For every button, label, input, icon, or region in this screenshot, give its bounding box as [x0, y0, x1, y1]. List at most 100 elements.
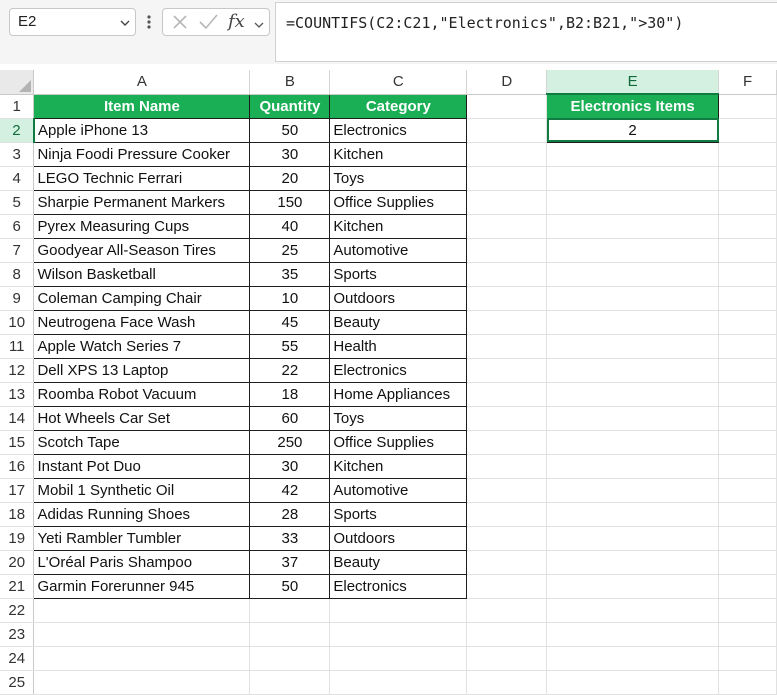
- row-header-1[interactable]: 1: [0, 94, 35, 119]
- row-header-23[interactable]: 23: [0, 622, 35, 647]
- empty-cell[interactable]: [249, 646, 331, 671]
- cell-item-name[interactable]: Pyrex Measuring Cups: [33, 213, 251, 239]
- name-box[interactable]: E2: [9, 8, 136, 36]
- cell-quantity[interactable]: 30: [249, 141, 331, 167]
- empty-cell[interactable]: [546, 574, 720, 599]
- empty-cell[interactable]: [33, 598, 251, 623]
- empty-cell[interactable]: [466, 214, 548, 239]
- empty-cell[interactable]: [718, 550, 777, 575]
- cell-item-name[interactable]: Mobil 1 Synthetic Oil: [33, 477, 251, 503]
- result-header[interactable]: Electronics Items: [546, 93, 720, 119]
- cell-item-name[interactable]: Goodyear All-Season Tires: [33, 237, 251, 263]
- cell-quantity[interactable]: 28: [249, 501, 331, 527]
- cell-category[interactable]: Beauty: [329, 549, 468, 575]
- empty-cell[interactable]: [466, 550, 548, 575]
- empty-cell[interactable]: [546, 214, 720, 239]
- cell-category[interactable]: Sports: [329, 501, 468, 527]
- empty-cell[interactable]: [466, 358, 548, 383]
- empty-cell[interactable]: [249, 598, 331, 623]
- empty-cell[interactable]: [466, 310, 548, 335]
- cell-quantity[interactable]: 45: [249, 309, 331, 335]
- header-quantity[interactable]: Quantity: [249, 93, 331, 119]
- empty-cell[interactable]: [466, 94, 548, 119]
- empty-cell[interactable]: [546, 262, 720, 287]
- chevron-down-icon[interactable]: [254, 17, 264, 35]
- cell-quantity[interactable]: 50: [249, 117, 331, 143]
- cell-quantity[interactable]: 250: [249, 429, 331, 455]
- empty-cell[interactable]: [466, 670, 548, 695]
- cell-quantity[interactable]: 60: [249, 405, 331, 431]
- cell-item-name[interactable]: Apple iPhone 13: [33, 117, 251, 143]
- empty-cell[interactable]: [466, 502, 548, 527]
- row-header-11[interactable]: 11: [0, 334, 35, 359]
- empty-cell[interactable]: [718, 430, 777, 455]
- cell-category[interactable]: Outdoors: [329, 285, 468, 311]
- result-value-cell[interactable]: 2: [546, 117, 720, 143]
- row-header-16[interactable]: 16: [0, 454, 35, 479]
- empty-cell[interactable]: [466, 622, 548, 647]
- cell-category[interactable]: Electronics: [329, 357, 468, 383]
- row-header-10[interactable]: 10: [0, 310, 35, 335]
- row-header-18[interactable]: 18: [0, 502, 35, 527]
- cell-item-name[interactable]: Yeti Rambler Tumbler: [33, 525, 251, 551]
- cell-item-name[interactable]: Sharpie Permanent Markers: [33, 189, 251, 215]
- empty-cell[interactable]: [718, 622, 777, 647]
- cell-category[interactable]: Toys: [329, 405, 468, 431]
- empty-cell[interactable]: [546, 334, 720, 359]
- cell-category[interactable]: Outdoors: [329, 525, 468, 551]
- empty-cell[interactable]: [718, 94, 777, 119]
- empty-cell[interactable]: [718, 406, 777, 431]
- cell-item-name[interactable]: Apple Watch Series 7: [33, 333, 251, 359]
- empty-cell[interactable]: [466, 142, 548, 167]
- row-header-6[interactable]: 6: [0, 214, 35, 239]
- empty-cell[interactable]: [546, 670, 720, 695]
- empty-cell[interactable]: [33, 670, 251, 695]
- check-icon[interactable]: [197, 12, 219, 37]
- empty-cell[interactable]: [466, 526, 548, 551]
- empty-cell[interactable]: [546, 478, 720, 503]
- empty-cell[interactable]: [329, 646, 468, 671]
- fx-icon[interactable]: fx: [226, 10, 252, 39]
- empty-cell[interactable]: [546, 454, 720, 479]
- empty-cell[interactable]: [718, 238, 777, 263]
- row-header-22[interactable]: 22: [0, 598, 35, 623]
- cell-quantity[interactable]: 150: [249, 189, 331, 215]
- empty-cell[interactable]: [718, 598, 777, 623]
- cell-item-name[interactable]: Neutrogena Face Wash: [33, 309, 251, 335]
- empty-cell[interactable]: [249, 670, 331, 695]
- empty-cell[interactable]: [546, 382, 720, 407]
- cell-quantity[interactable]: 50: [249, 573, 331, 599]
- cell-item-name[interactable]: Roomba Robot Vacuum: [33, 381, 251, 407]
- column-header-d[interactable]: D: [466, 70, 548, 95]
- row-header-4[interactable]: 4: [0, 166, 35, 191]
- empty-cell[interactable]: [718, 670, 777, 695]
- empty-cell[interactable]: [718, 454, 777, 479]
- row-header-12[interactable]: 12: [0, 358, 35, 383]
- empty-cell[interactable]: [33, 646, 251, 671]
- header-category[interactable]: Category: [329, 93, 468, 119]
- empty-cell[interactable]: [466, 598, 548, 623]
- cell-item-name[interactable]: Dell XPS 13 Laptop: [33, 357, 251, 383]
- row-header-5[interactable]: 5: [0, 190, 35, 215]
- empty-cell[interactable]: [718, 118, 777, 143]
- empty-cell[interactable]: [466, 478, 548, 503]
- cell-item-name[interactable]: Garmin Forerunner 945: [33, 573, 251, 599]
- chevron-down-icon[interactable]: [120, 18, 130, 28]
- cell-category[interactable]: Toys: [329, 165, 468, 191]
- cell-category[interactable]: Sports: [329, 261, 468, 287]
- row-header-3[interactable]: 3: [0, 142, 35, 167]
- empty-cell[interactable]: [546, 310, 720, 335]
- cell-category[interactable]: Automotive: [329, 237, 468, 263]
- cell-quantity[interactable]: 37: [249, 549, 331, 575]
- formula-input[interactable]: =COUNTIFS(C2:C21,"Electronics",B2:B21,">…: [275, 2, 777, 62]
- empty-cell[interactable]: [546, 238, 720, 263]
- row-header-7[interactable]: 7: [0, 238, 35, 263]
- cell-quantity[interactable]: 18: [249, 381, 331, 407]
- cell-item-name[interactable]: Wilson Basketball: [33, 261, 251, 287]
- cell-item-name[interactable]: Instant Pot Duo: [33, 453, 251, 479]
- row-header-25[interactable]: 25: [0, 670, 35, 695]
- cell-category[interactable]: Kitchen: [329, 453, 468, 479]
- empty-cell[interactable]: [546, 190, 720, 215]
- cell-category[interactable]: Kitchen: [329, 141, 468, 167]
- cell-quantity[interactable]: 33: [249, 525, 331, 551]
